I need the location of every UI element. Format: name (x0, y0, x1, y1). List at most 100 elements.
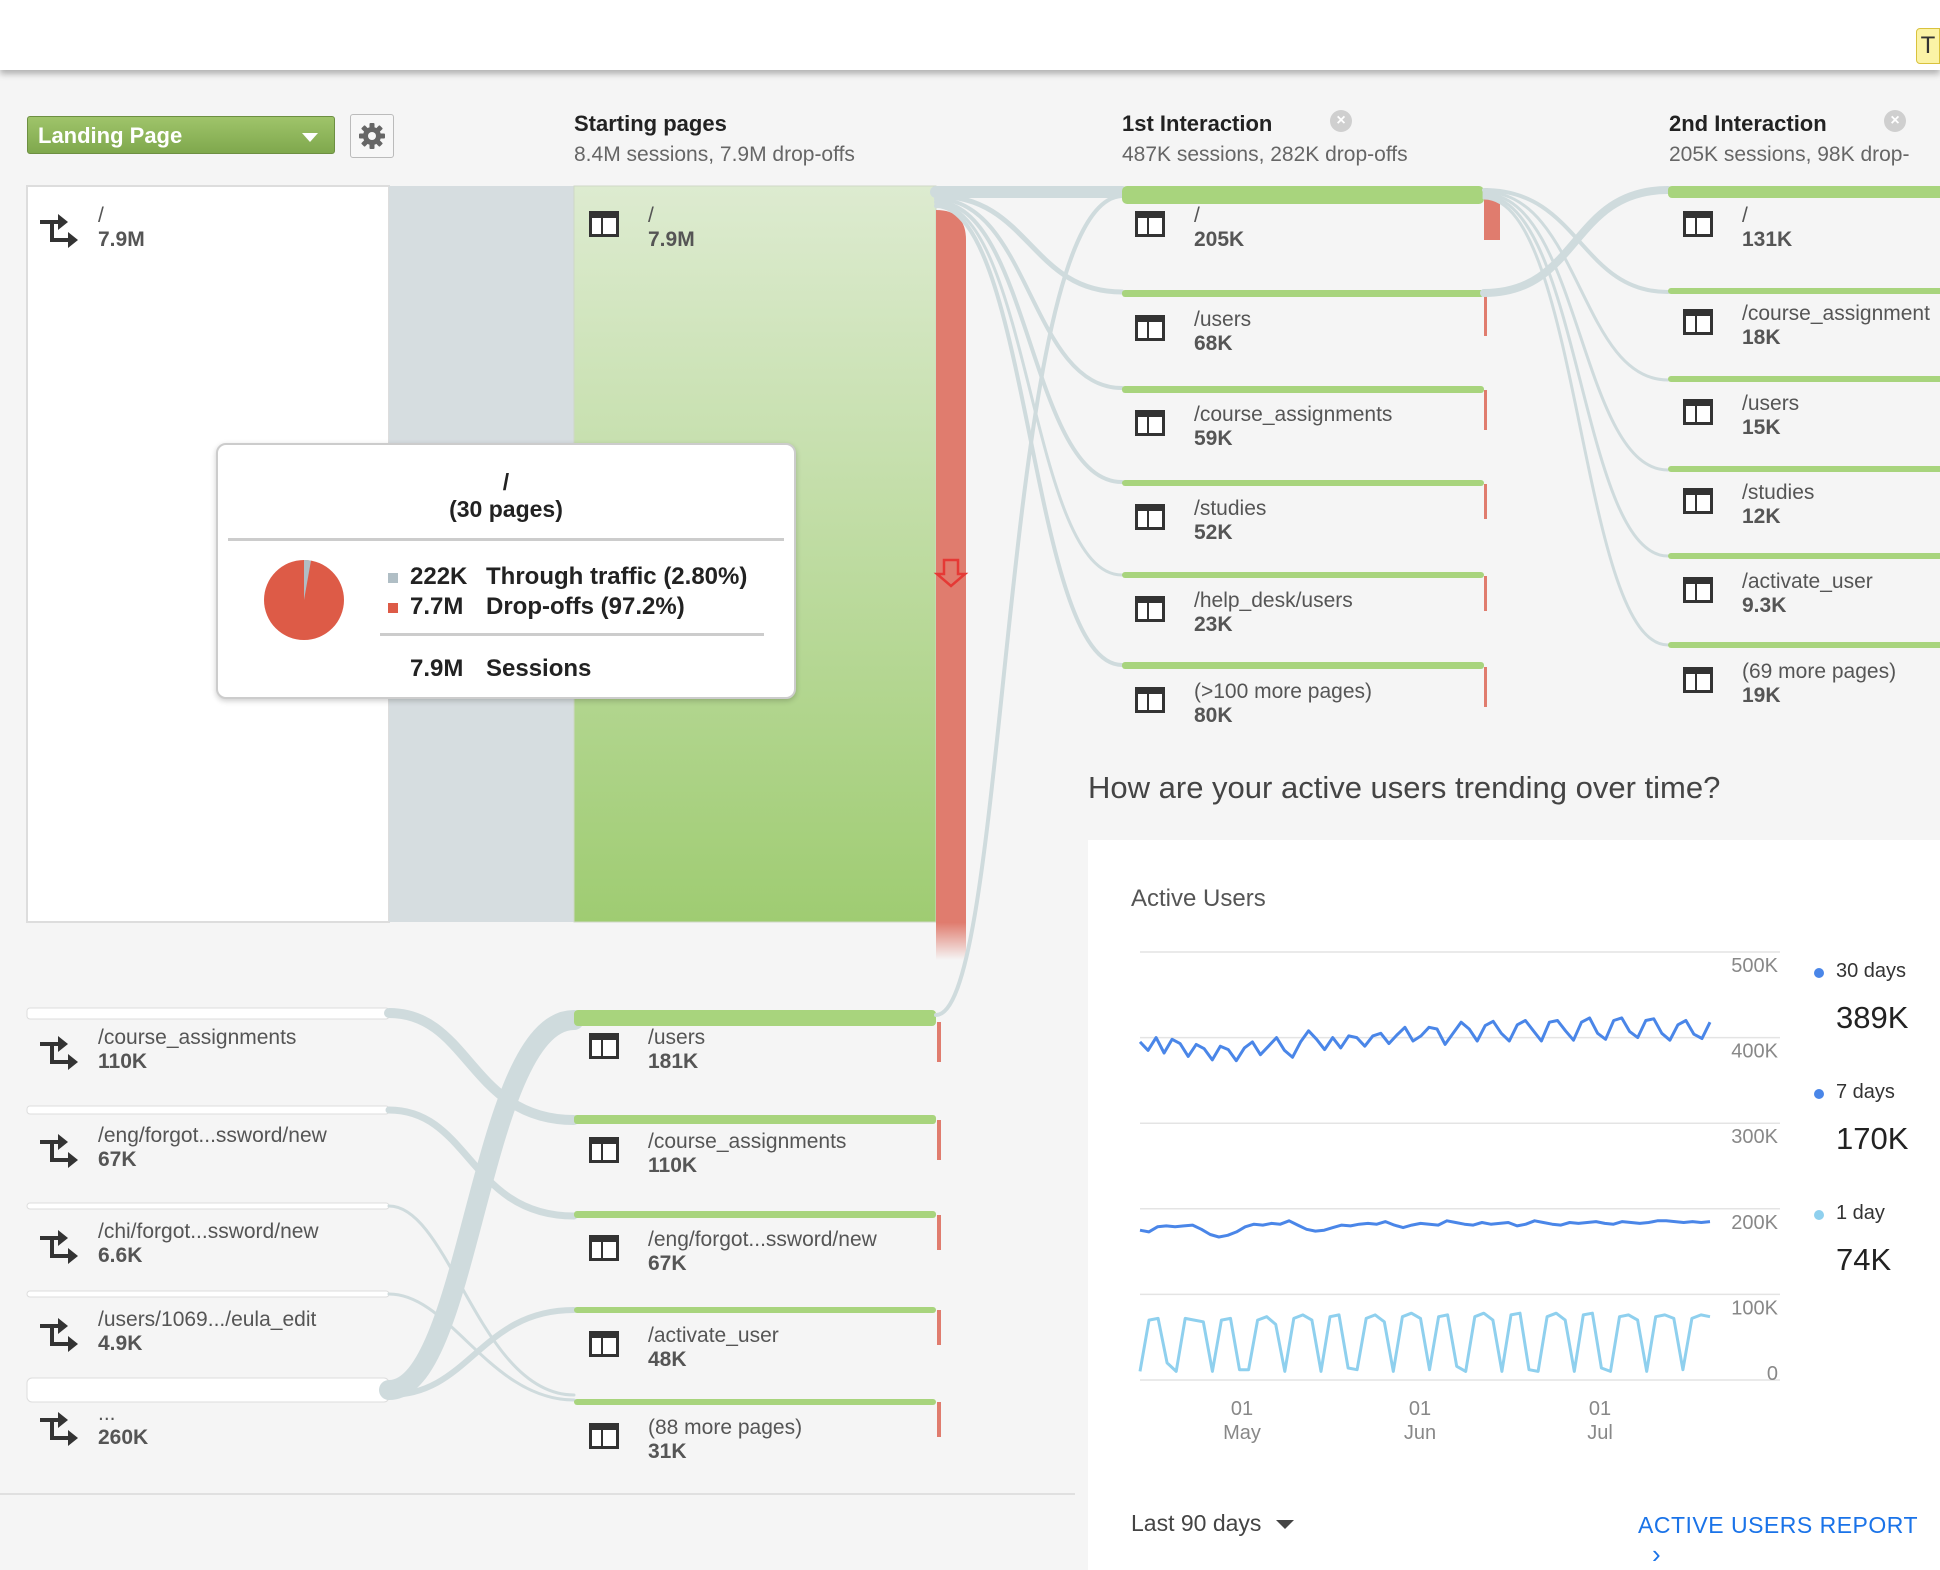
chevron-down-icon (302, 133, 318, 142)
first-node-name: (>100 more pages) (1194, 680, 1373, 703)
landing-bar (26, 1105, 390, 1115)
starting-bar (574, 1399, 936, 1405)
first-dropoff (1484, 390, 1487, 430)
page-icon (1134, 210, 1166, 243)
starting-bar (574, 1211, 936, 1218)
starting-node-name: (88 more pages) (648, 1416, 803, 1439)
first-node-label: /course_assignments 59K (1194, 403, 1392, 451)
landing-node-name: / (98, 204, 104, 227)
page-icon (588, 1330, 620, 1363)
first-bar (1122, 386, 1484, 393)
page-icon (1682, 576, 1714, 609)
first-node-label: /studies 52K (1194, 497, 1266, 545)
second-node-name: /course_assignment (1742, 302, 1930, 325)
first-node-value: 80K (1194, 704, 1233, 727)
first-node-label: /205K (1194, 204, 1244, 252)
starting-dropoff (937, 1022, 941, 1062)
sessions-label: Sessions (486, 655, 592, 682)
through-label: Through traffic (2.80%) (486, 563, 748, 590)
first-bar (1122, 572, 1484, 578)
starting-node-name: /users (648, 1026, 706, 1049)
page-icon (1134, 595, 1166, 628)
second-node-label: /activate_user 9.3K (1742, 570, 1873, 618)
landing-node-label: /users/1069.../eula_edit 4.9K (98, 1308, 316, 1356)
landing-node-value: 260K (98, 1426, 149, 1449)
landing-arrow-icon (38, 1130, 78, 1177)
second-node-name: / (1742, 204, 1748, 227)
first-node-value: 205K (1194, 228, 1245, 251)
first-dropoff (1484, 484, 1487, 519)
starting-node-label: (88 more pages) 31K (648, 1416, 802, 1464)
starting-node-label: /activate_user 48K (648, 1324, 779, 1372)
second-node-value: 18K (1742, 326, 1781, 349)
second-node-value: 9.3K (1742, 594, 1787, 617)
starting-dropoff (937, 1402, 941, 1437)
first-node-value: 52K (1194, 521, 1233, 544)
through-swatch (388, 573, 398, 583)
first-node-name: /course_assignments (1194, 403, 1393, 426)
landing-node-label: /chi/forgot...ssword/new 6.6K (98, 1220, 319, 1268)
first-bar (1122, 186, 1484, 204)
first-interaction-subtitle: 487K sessions, 282K drop-offs (1122, 143, 1408, 166)
close-icon[interactable]: × (1330, 110, 1352, 132)
starting-dropoff (937, 1215, 941, 1250)
starting-node-name: / (648, 204, 654, 227)
starting-node-value: 67K (648, 1252, 687, 1275)
second-node-label: (69 more pages) 19K (1742, 660, 1896, 708)
landing-bar (26, 1377, 390, 1403)
landing-node-value: 7.9M (98, 228, 145, 251)
tooltip-divider (228, 538, 784, 541)
second-node-name: /studies (1742, 481, 1815, 504)
landing-node-label: ... 260K (98, 1402, 148, 1450)
flow-link (1482, 196, 1670, 647)
page-icon (588, 210, 620, 243)
landing-node-name: /chi/forgot...ssword/new (98, 1220, 319, 1243)
starting-node-label: /eng/forgot...ssword/new 67K (648, 1228, 877, 1276)
second-bar (1668, 186, 1940, 198)
landing-node-value: 6.6K (98, 1244, 143, 1267)
second-interaction-title: 2nd Interaction (1669, 111, 1827, 136)
starting-node-label: /7.9M (648, 204, 695, 252)
tooltip-title: / (502, 469, 510, 495)
gear-icon (359, 123, 385, 149)
starting-node-value: 7.9M (648, 228, 695, 251)
starting-bar (574, 1307, 936, 1313)
first-node-name: / (1194, 204, 1200, 227)
page-icon (1682, 210, 1714, 243)
landing-node-value: 67K (98, 1148, 137, 1171)
first-bar (1122, 662, 1484, 669)
landing-arrow-icon (38, 1408, 78, 1455)
dimension-label: Landing Page (38, 123, 183, 148)
first-node-name: /users (1194, 308, 1252, 331)
settings-button[interactable] (350, 114, 394, 158)
through-value: 222K (410, 563, 468, 590)
close-icon[interactable]: × (1884, 110, 1906, 132)
starting-node-name: /course_assignments (648, 1130, 847, 1153)
page-icon (588, 1422, 620, 1455)
landing-arrow-icon (38, 1314, 78, 1361)
first-node-label: /users 68K (1194, 308, 1251, 356)
landing-bar (26, 1290, 390, 1298)
dropoff-value: 7.7M (410, 593, 464, 620)
dimension-dropdown[interactable]: Landing Page (27, 116, 335, 154)
landing-node-name: ... (98, 1402, 116, 1425)
notification-tag[interactable]: T (1916, 28, 1940, 64)
page-icon (588, 1234, 620, 1267)
starting-pages-subtitle: 8.4M sessions, 7.9M drop-offs (574, 143, 855, 166)
first-node-name: /help_desk/users (1194, 589, 1353, 612)
landing-node-label: /7.9M (98, 204, 145, 252)
first-node-name: /studies (1194, 497, 1267, 520)
landing-arrow-icon (38, 1226, 78, 1273)
second-bar (1668, 553, 1940, 559)
second-node-value: 12K (1742, 505, 1781, 528)
first-node-label: /help_desk/users 23K (1194, 589, 1353, 637)
tooltip-divider (380, 633, 764, 636)
first-bar (1122, 290, 1484, 297)
tooltip-subtitle: (30 pages) (449, 496, 563, 522)
landing-arrow-icon (38, 210, 78, 257)
landing-node-label: /eng/forgot...ssword/new 67K (98, 1124, 327, 1172)
sessions-value: 7.9M (410, 655, 464, 682)
second-node-value: 19K (1742, 684, 1781, 707)
second-node-label: /studies 12K (1742, 481, 1814, 529)
second-node-value: 15K (1742, 416, 1781, 439)
